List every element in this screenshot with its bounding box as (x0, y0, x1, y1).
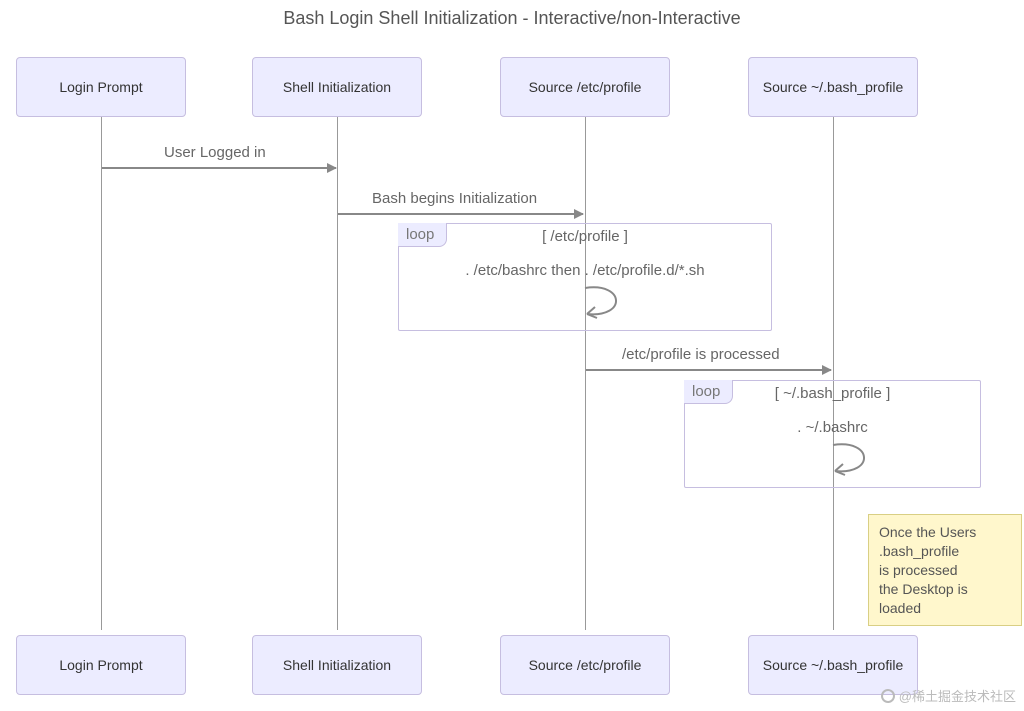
watermark-text: @稀土掘金技术社区 (899, 686, 1016, 705)
actor-top-bash-profile: Source ~/.bash_profile (748, 57, 918, 117)
loop-condition: [ ~/.bash_profile ] (685, 385, 980, 402)
actor-top-login-prompt: Login Prompt (16, 57, 186, 117)
sequence-diagram: Bash Login Shell Initialization - Intera… (0, 0, 1024, 711)
actor-bottom-shell-init: Shell Initialization (252, 635, 422, 695)
note-desktop-loaded: Once the Users .bash_profile is processe… (868, 514, 1022, 626)
loop-body: . /etc/bashrc then . /etc/profile.d/*.sh (399, 262, 771, 279)
self-loop-arrow-2 (813, 441, 883, 485)
arrow-user-logged-in (102, 167, 336, 169)
lifeline-login-prompt (101, 110, 102, 630)
note-line: .bash_profile (879, 542, 1011, 561)
juejin-logo-icon (881, 689, 895, 703)
arrow-bash-begins-init (338, 213, 583, 215)
watermark: @稀土掘金技术社区 (881, 686, 1016, 705)
message-bash-begins-init: Bash begins Initialization (372, 190, 537, 207)
arrow-etc-profile-processed (586, 369, 831, 371)
note-line: the Desktop is loaded (879, 580, 1011, 618)
actor-bottom-login-prompt: Login Prompt (16, 635, 186, 695)
lifeline-shell-init (337, 110, 338, 630)
message-user-logged-in: User Logged in (164, 144, 266, 161)
note-line: is processed (879, 561, 1011, 580)
loop-condition: [ /etc/profile ] (399, 228, 771, 245)
actor-bottom-etc-profile: Source /etc/profile (500, 635, 670, 695)
actor-top-etc-profile: Source /etc/profile (500, 57, 670, 117)
lifeline-bash-profile (833, 110, 834, 630)
actor-top-shell-init: Shell Initialization (252, 57, 422, 117)
loop-body: . ~/.bashrc (685, 419, 980, 436)
message-etc-profile-processed: /etc/profile is processed (622, 346, 780, 363)
note-line: Once the Users (879, 523, 1011, 542)
diagram-title: Bash Login Shell Initialization - Intera… (0, 8, 1024, 29)
self-loop-arrow-1 (565, 284, 635, 328)
